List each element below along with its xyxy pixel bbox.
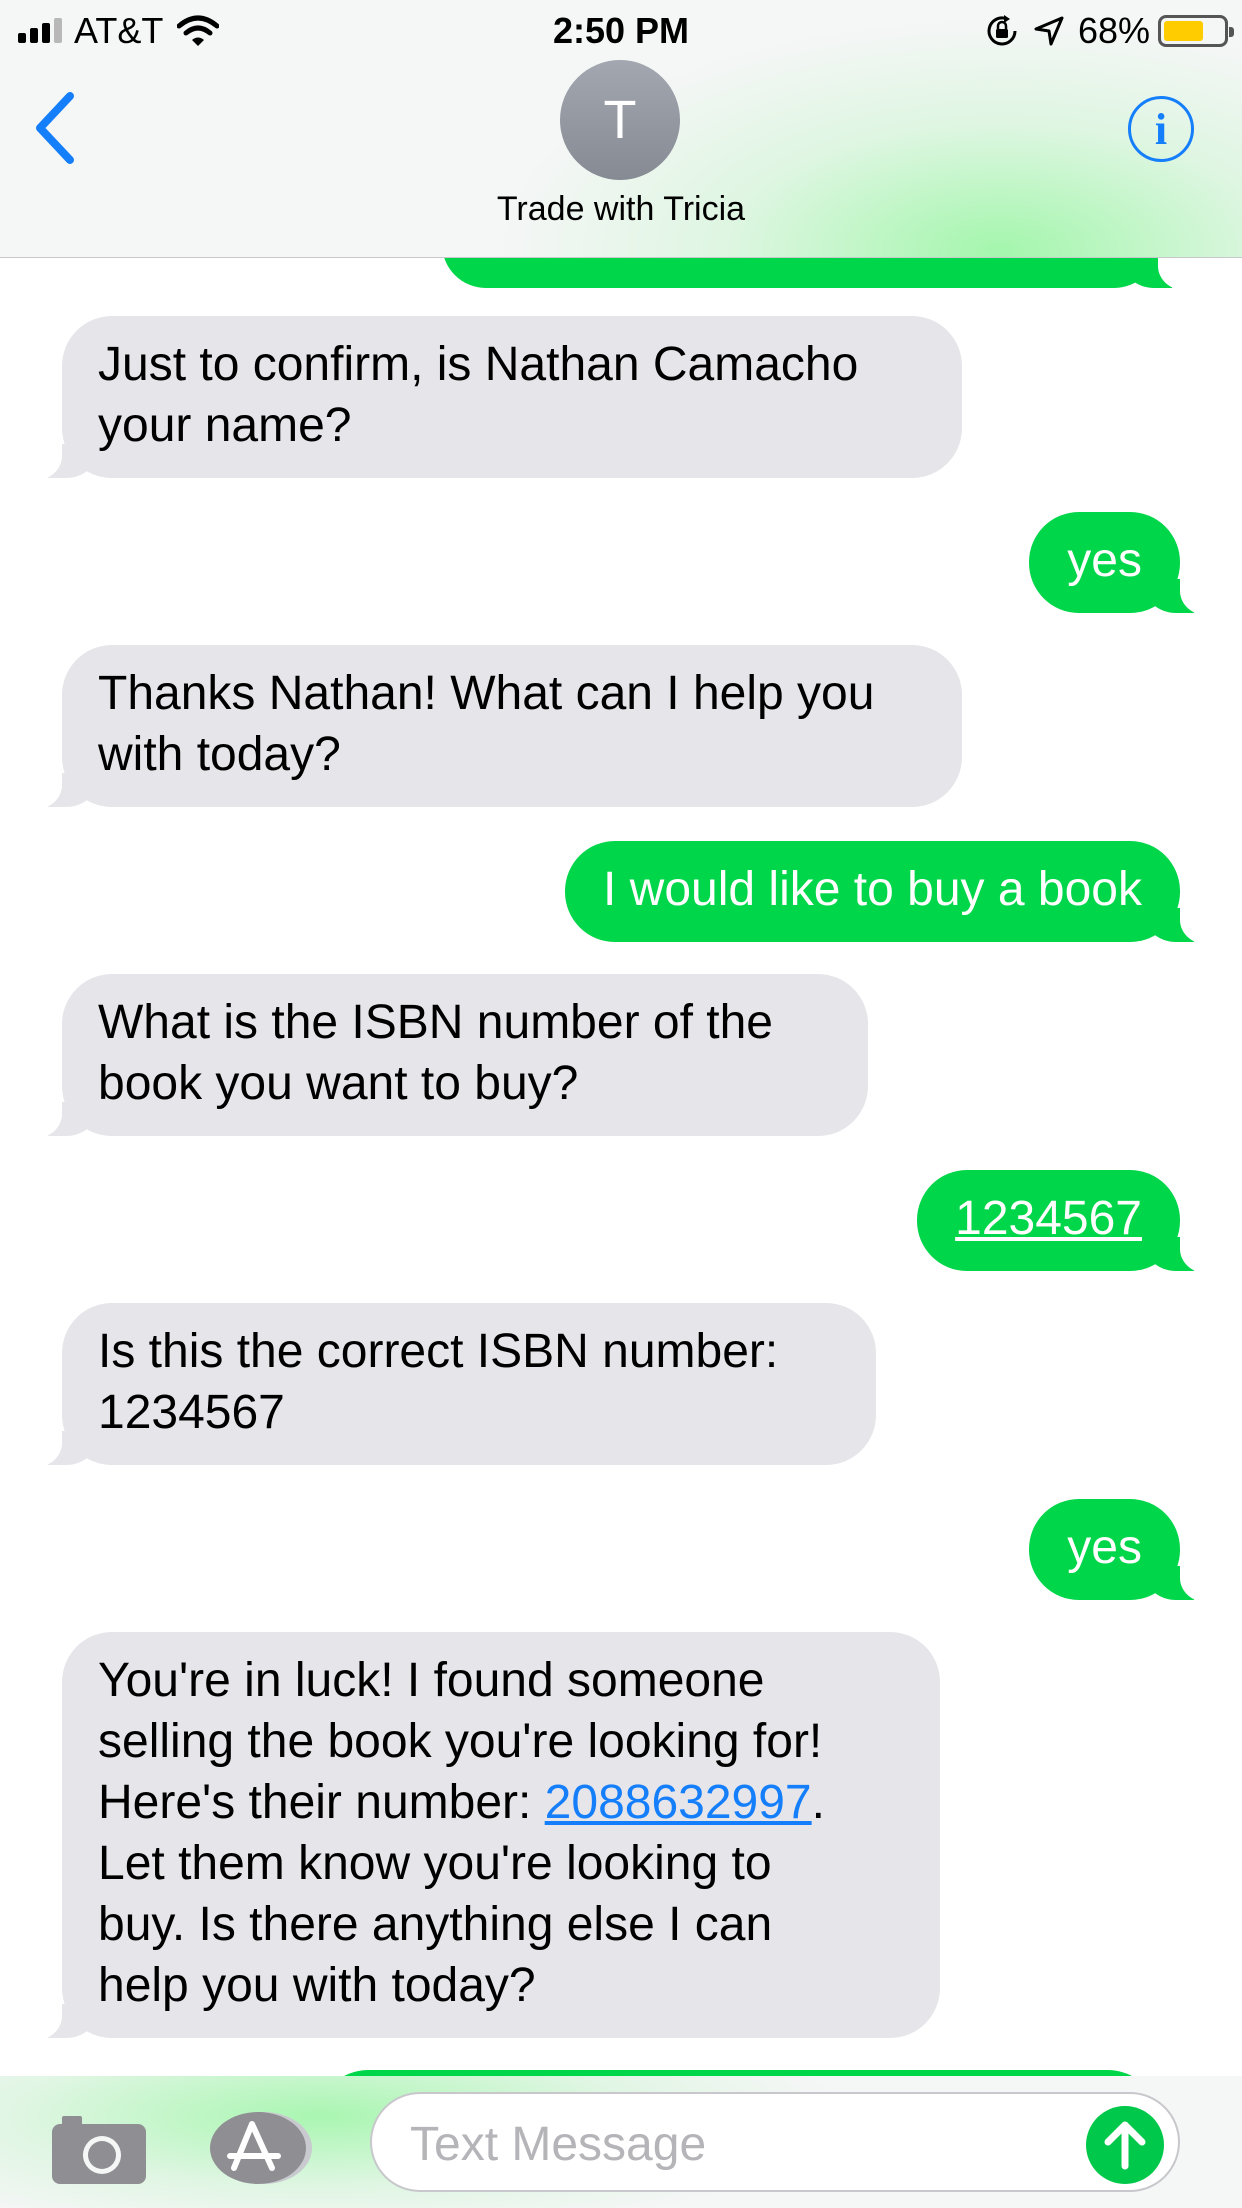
isbn-link[interactable]: 1234567: [955, 1188, 1142, 1249]
avatar[interactable]: T: [560, 60, 680, 180]
wifi-icon: [177, 15, 220, 46]
status-left: AT&T: [18, 10, 220, 52]
battery-percent: 68%: [1077, 10, 1150, 51]
location-arrow-icon: [1034, 16, 1064, 46]
message-text: Just to confirm, is Nathan Camacho your …: [98, 338, 859, 452]
status-right: 68%: [984, 10, 1234, 52]
signal-strength-icon: [18, 18, 62, 43]
message-bubble-outgoing[interactable]: 1234567: [917, 1170, 1220, 1273]
carrier-name: AT&T: [74, 10, 164, 51]
message-input-field[interactable]: [370, 2092, 1180, 2192]
send-arrow-icon: [1104, 2121, 1146, 2170]
message-text: You're in luck! I found someone selling …: [98, 1650, 904, 2016]
app-store-icon[interactable]: [210, 2110, 318, 2186]
message-bubble-incoming[interactable]: Thanks Nathan! What can I help you with …: [22, 645, 962, 809]
info-icon[interactable]: i: [1128, 96, 1194, 162]
message-text: Is this the correct ISBN number: 1234567: [98, 1325, 779, 1439]
back-chevron-icon[interactable]: [26, 88, 86, 168]
message-bubble-outgoing[interactable]: I would like to buy a book: [565, 841, 1220, 944]
contact-name[interactable]: Trade with Tricia: [0, 190, 1242, 229]
message-text: What is the ISBN number of the book you …: [98, 996, 773, 1110]
camera-icon[interactable]: [50, 2110, 148, 2186]
message-bubble-incoming[interactable]: Is this the correct ISBN number: 1234567: [22, 1303, 876, 1467]
message-list[interactable]: Just to confirm, is Nathan Camacho your …: [0, 0, 1242, 2208]
message-text: Thanks Nathan! What can I help you with …: [98, 667, 875, 781]
message-bubble-outgoing[interactable]: yes: [1029, 512, 1220, 615]
message-text: I would like to buy a book: [603, 863, 1142, 916]
message-text: yes: [1067, 1521, 1142, 1574]
message-input[interactable]: [410, 2114, 1030, 2174]
status-bar: AT&T 2:50 PM 68%: [0, 0, 1242, 60]
composer-bar: [0, 2076, 1242, 2208]
send-button[interactable]: [1086, 2106, 1164, 2184]
avatar-initial: T: [603, 90, 637, 150]
message-bubble-incoming[interactable]: Just to confirm, is Nathan Camacho your …: [22, 316, 962, 480]
message-bubble-outgoing[interactable]: yes: [1029, 1499, 1220, 1602]
message-bubble-incoming[interactable]: You're in luck! I found someone selling …: [22, 1632, 940, 2040]
orientation-lock-icon: [987, 15, 1017, 46]
battery-icon: [1158, 15, 1234, 47]
message-text: yes: [1067, 534, 1142, 587]
phone-number-link[interactable]: 2088632997: [545, 1776, 812, 1829]
message-bubble-incoming[interactable]: What is the ISBN number of the book you …: [22, 974, 868, 1138]
